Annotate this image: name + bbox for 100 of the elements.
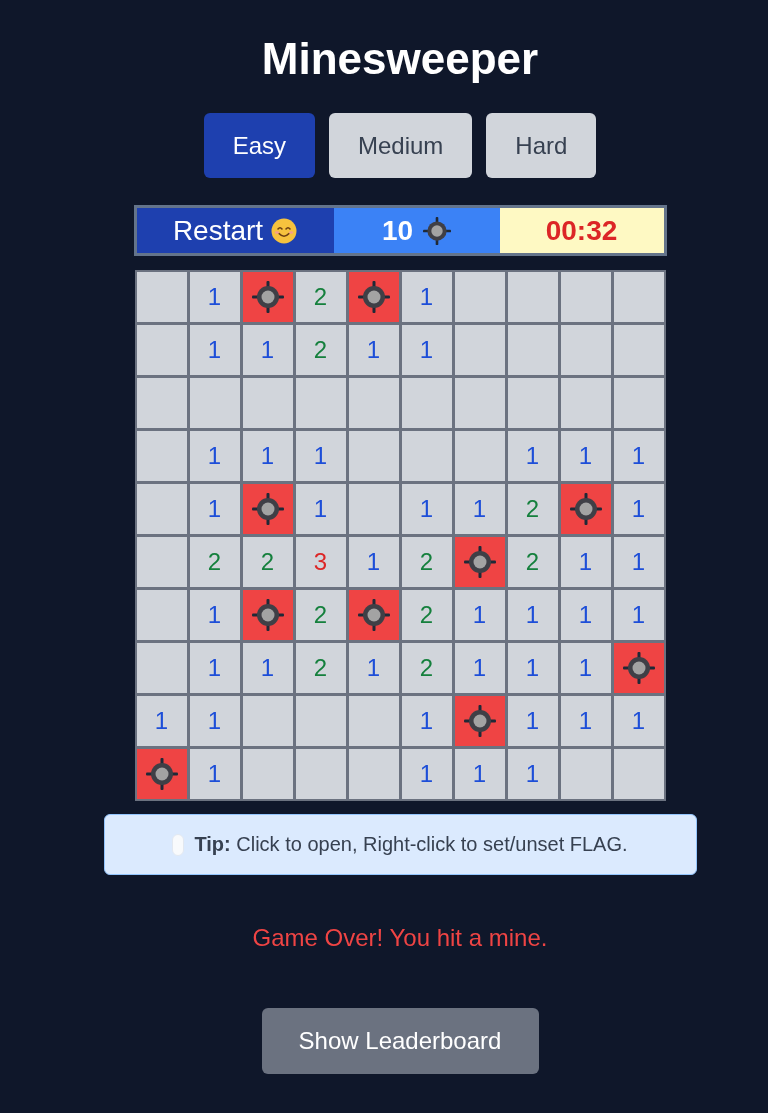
board-cell[interactable] — [613, 325, 664, 375]
board-cell[interactable]: 1 — [401, 696, 452, 746]
board-cell[interactable]: 1 — [613, 431, 664, 481]
board-cell[interactable] — [454, 431, 505, 481]
board-cell[interactable] — [401, 378, 452, 428]
board-cell[interactable] — [136, 431, 187, 481]
board-cell[interactable]: 2 — [242, 537, 293, 587]
board-cell[interactable]: 1 — [507, 696, 558, 746]
board-cell[interactable]: 1 — [348, 325, 399, 375]
board-cell[interactable] — [507, 378, 558, 428]
board-cell[interactable] — [136, 590, 187, 640]
board-cell[interactable]: 1 — [401, 749, 452, 799]
board-cell[interactable]: 1 — [189, 484, 240, 534]
mine-cell[interactable] — [560, 484, 611, 534]
board-cell[interactable]: 1 — [507, 431, 558, 481]
board-cell[interactable]: 1 — [401, 484, 452, 534]
board-cell[interactable] — [348, 431, 399, 481]
board-cell[interactable]: 1 — [189, 643, 240, 693]
board-cell[interactable]: 1 — [613, 590, 664, 640]
board-cell[interactable] — [401, 431, 452, 481]
board-cell[interactable]: 1 — [189, 590, 240, 640]
board-cell[interactable]: 1 — [242, 431, 293, 481]
restart-button[interactable]: Restart — [136, 208, 334, 253]
board-cell[interactable]: 1 — [295, 484, 346, 534]
board-cell[interactable]: 3 — [295, 537, 346, 587]
board-cell[interactable]: 1 — [613, 484, 664, 534]
board-cell[interactable]: 2 — [401, 537, 452, 587]
board-cell[interactable]: 1 — [348, 537, 399, 587]
board-cell[interactable] — [454, 272, 505, 322]
board-cell[interactable] — [560, 272, 611, 322]
board-cell[interactable] — [507, 272, 558, 322]
board-cell[interactable]: 1 — [189, 749, 240, 799]
board-cell[interactable]: 1 — [242, 325, 293, 375]
board-cell[interactable] — [348, 749, 399, 799]
board-cell[interactable]: 1 — [507, 590, 558, 640]
board-cell[interactable] — [136, 378, 187, 428]
board-cell[interactable]: 1 — [560, 590, 611, 640]
board-cell[interactable]: 1 — [242, 643, 293, 693]
board-cell[interactable]: 2 — [189, 537, 240, 587]
board-cell[interactable] — [560, 378, 611, 428]
board-cell[interactable] — [189, 378, 240, 428]
board-cell[interactable] — [295, 378, 346, 428]
board-cell[interactable]: 1 — [189, 325, 240, 375]
board-cell[interactable] — [454, 378, 505, 428]
board-cell[interactable]: 1 — [560, 537, 611, 587]
board-cell[interactable] — [507, 325, 558, 375]
mine-cell[interactable] — [242, 484, 293, 534]
difficulty-button[interactable]: Medium — [329, 113, 473, 178]
board-cell[interactable] — [136, 272, 187, 322]
board-cell[interactable] — [136, 325, 187, 375]
leaderboard-button[interactable]: Show Leaderboard — [261, 1008, 539, 1074]
board-cell[interactable]: 1 — [560, 431, 611, 481]
board-cell[interactable]: 1 — [454, 484, 505, 534]
board-cell[interactable] — [613, 749, 664, 799]
board-cell[interactable]: 1 — [560, 643, 611, 693]
board-cell[interactable] — [136, 537, 187, 587]
board-cell[interactable]: 1 — [401, 325, 452, 375]
board-cell[interactable]: 1 — [189, 272, 240, 322]
difficulty-button[interactable]: Hard — [486, 113, 597, 178]
board-cell[interactable]: 1 — [507, 749, 558, 799]
board-cell[interactable]: 2 — [401, 643, 452, 693]
board-cell[interactable]: 2 — [295, 325, 346, 375]
board-cell[interactable]: 1 — [454, 590, 505, 640]
board-cell[interactable]: 1 — [507, 643, 558, 693]
board-cell[interactable]: 2 — [295, 272, 346, 322]
board-cell[interactable]: 2 — [507, 484, 558, 534]
mine-cell[interactable] — [613, 643, 664, 693]
board-cell[interactable]: 2 — [507, 537, 558, 587]
board-cell[interactable]: 1 — [454, 749, 505, 799]
mine-cell[interactable] — [348, 590, 399, 640]
board-cell[interactable] — [613, 272, 664, 322]
board-cell[interactable]: 1 — [560, 696, 611, 746]
board-cell[interactable]: 2 — [295, 643, 346, 693]
mine-cell[interactable] — [348, 272, 399, 322]
board-cell[interactable]: 1 — [613, 696, 664, 746]
board-cell[interactable] — [136, 484, 187, 534]
board-cell[interactable] — [613, 378, 664, 428]
mine-cell[interactable] — [242, 590, 293, 640]
board-cell[interactable] — [136, 643, 187, 693]
board-cell[interactable]: 1 — [613, 537, 664, 587]
board-cell[interactable] — [295, 749, 346, 799]
board-cell[interactable] — [348, 484, 399, 534]
board-cell[interactable] — [242, 378, 293, 428]
board-cell[interactable] — [348, 378, 399, 428]
board-cell[interactable]: 1 — [189, 696, 240, 746]
board-cell[interactable]: 1 — [401, 272, 452, 322]
board-cell[interactable] — [454, 325, 505, 375]
board-cell[interactable]: 1 — [295, 431, 346, 481]
board-cell[interactable]: 1 — [189, 431, 240, 481]
mine-cell[interactable] — [242, 272, 293, 322]
difficulty-button[interactable]: Easy — [203, 113, 315, 178]
mine-cell[interactable] — [454, 696, 505, 746]
board-cell[interactable] — [348, 696, 399, 746]
board-cell[interactable]: 1 — [136, 696, 187, 746]
board-cell[interactable] — [295, 696, 346, 746]
board-cell[interactable]: 2 — [295, 590, 346, 640]
board-cell[interactable] — [242, 749, 293, 799]
board-cell[interactable]: 1 — [454, 643, 505, 693]
board-cell[interactable]: 1 — [348, 643, 399, 693]
board-cell[interactable] — [560, 325, 611, 375]
